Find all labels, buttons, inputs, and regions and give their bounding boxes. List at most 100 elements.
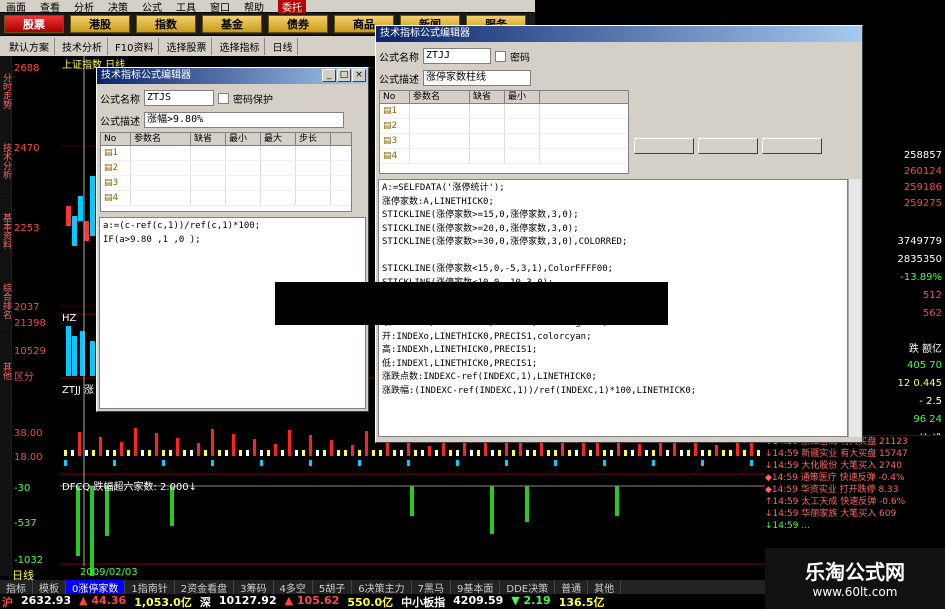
table-cell[interactable] bbox=[410, 149, 470, 163]
market-button[interactable]: 基金 bbox=[202, 15, 262, 33]
formula-editor-window-1[interactable]: 技术指标公式编辑器 _ □ × 公式名称 ZTJS 密码保护 公式描述 涨幅>9… bbox=[96, 67, 369, 412]
password-checkbox[interactable] bbox=[495, 50, 506, 62]
table-cell[interactable] bbox=[296, 146, 331, 160]
table-cell[interactable] bbox=[505, 119, 540, 133]
menu-item[interactable]: 分析 bbox=[74, 0, 94, 14]
maximize-button[interactable]: □ bbox=[337, 69, 351, 82]
table-cell[interactable] bbox=[296, 191, 331, 205]
menu-item[interactable]: 工具 bbox=[176, 0, 196, 14]
indicator-tab[interactable]: 2资金看盘 bbox=[175, 580, 235, 595]
table-cell[interactable] bbox=[226, 161, 261, 175]
window-button-3[interactable] bbox=[762, 138, 822, 154]
indicator-tab[interactable]: 3筹码 bbox=[234, 580, 274, 595]
toolbar-item[interactable]: 选择股票 bbox=[161, 37, 213, 55]
table-cell[interactable] bbox=[191, 161, 226, 175]
table-cell[interactable] bbox=[470, 104, 505, 118]
table-cell[interactable] bbox=[226, 146, 261, 160]
table-cell[interactable] bbox=[226, 191, 261, 205]
table-row[interactable]: ▤4 bbox=[380, 149, 628, 164]
table-cell[interactable] bbox=[261, 176, 296, 190]
indicator-tab[interactable]: DDE决策 bbox=[500, 580, 556, 595]
minimize-button[interactable]: _ bbox=[322, 69, 336, 82]
indicator-tab[interactable]: 9基本面 bbox=[451, 580, 501, 595]
left-tab[interactable]: 技术分析 bbox=[0, 126, 13, 196]
table-cell[interactable] bbox=[261, 191, 296, 205]
menu-item[interactable]: 窗口 bbox=[210, 0, 230, 14]
close-button[interactable]: × bbox=[352, 69, 366, 82]
market-button[interactable]: 债券 bbox=[268, 15, 328, 33]
table-cell[interactable] bbox=[261, 161, 296, 175]
formula-name-input[interactable]: ZTJJ bbox=[423, 48, 491, 64]
formula-editor-window-2[interactable]: 技术指标公式编辑器 公式名称 ZTJJ 密码 公式描述 涨停家数柱线 No 参数名… bbox=[375, 25, 863, 443]
menu-item[interactable]: 查看 bbox=[40, 0, 60, 14]
table-cell[interactable] bbox=[470, 119, 505, 133]
menu-item[interactable]: 决策 bbox=[108, 0, 128, 14]
market-button[interactable]: 指数 bbox=[136, 15, 196, 33]
indicator-tab[interactable]: 其他 bbox=[588, 580, 622, 595]
trade-row[interactable]: ↓14:59 大化股份 大笔买入 2740 bbox=[765, 460, 945, 472]
table-row[interactable]: ▤3 bbox=[101, 176, 351, 191]
trade-row[interactable]: ↓14:59 新疆实业 有大买盘 15747 bbox=[765, 448, 945, 460]
indicator-tab[interactable]: 7黑马 bbox=[412, 580, 451, 595]
left-tab[interactable]: 其他 bbox=[0, 336, 13, 406]
table-cell[interactable] bbox=[131, 191, 191, 205]
table-row[interactable]: ▤2 bbox=[101, 161, 351, 176]
left-tab[interactable]: 分时走势 bbox=[0, 56, 13, 126]
table-cell[interactable] bbox=[410, 119, 470, 133]
market-button[interactable]: 股票 bbox=[4, 15, 64, 33]
indicator-tab[interactable]: 指标 bbox=[0, 580, 33, 595]
table-cell[interactable] bbox=[191, 146, 226, 160]
trade-row[interactable]: ↓14:59 华丽家族 大笔买入 609 bbox=[765, 508, 945, 520]
left-tab[interactable]: 基本资料 bbox=[0, 196, 13, 266]
left-tab[interactable]: 综合排名 bbox=[0, 266, 13, 336]
table-cell[interactable] bbox=[226, 176, 261, 190]
table-cell[interactable] bbox=[505, 149, 540, 163]
toolbar-item[interactable]: 默认方案 bbox=[4, 37, 55, 55]
indicator-tab[interactable]: 5胡子 bbox=[313, 580, 353, 595]
table-cell[interactable] bbox=[296, 176, 331, 190]
toolbar-item[interactable]: 技术分析 bbox=[57, 37, 108, 55]
table-cell[interactable] bbox=[410, 104, 470, 118]
table-cell[interactable] bbox=[131, 146, 191, 160]
indicator-tab[interactable]: 6决策主力 bbox=[352, 580, 412, 595]
trade-row[interactable]: ↓14:59 ... bbox=[765, 520, 945, 532]
toolbar-item[interactable]: F10资料 bbox=[110, 37, 160, 55]
toolbar-item[interactable]: 选择指标 bbox=[214, 37, 266, 55]
param-table[interactable]: No 参数名 缺省 最小 最大 步长 ▤1 ▤2 ▤3 ▤4 bbox=[100, 132, 352, 212]
indicator-tab[interactable]: 0涨停家数 bbox=[66, 580, 126, 595]
table-row[interactable]: ▤1 bbox=[380, 104, 628, 119]
table-cell[interactable] bbox=[131, 161, 191, 175]
password-checkbox[interactable] bbox=[218, 92, 229, 104]
table-cell[interactable] bbox=[410, 134, 470, 148]
indicator-tab[interactable]: 普通 bbox=[555, 580, 589, 595]
table-cell[interactable] bbox=[505, 104, 540, 118]
param-table[interactable]: No 参数名 缺省 最小 ▤1 ▤2 ▤3 ▤4 bbox=[379, 90, 629, 174]
menu-item[interactable]: 公式 bbox=[142, 0, 162, 14]
table-cell[interactable] bbox=[470, 149, 505, 163]
table-cell[interactable] bbox=[505, 134, 540, 148]
table-cell[interactable] bbox=[261, 146, 296, 160]
menu-item[interactable]: 委托 bbox=[278, 0, 306, 14]
table-cell[interactable] bbox=[470, 134, 505, 148]
menu-item[interactable]: 帮助 bbox=[244, 0, 264, 14]
table-cell[interactable] bbox=[296, 161, 331, 175]
trade-row[interactable]: ◆14:59 通策医疗 快速反弹 -0.4% bbox=[765, 472, 945, 484]
indicator-tab[interactable]: 模板 bbox=[33, 580, 66, 595]
table-cell[interactable] bbox=[131, 176, 191, 190]
table-cell[interactable] bbox=[191, 176, 226, 190]
menu-item[interactable]: 画面 bbox=[6, 0, 26, 14]
formula-name-input[interactable]: ZTJS bbox=[144, 90, 214, 106]
table-row[interactable]: ▤3 bbox=[380, 134, 628, 149]
window-button-1[interactable] bbox=[634, 138, 694, 154]
table-row[interactable]: ▤1 bbox=[101, 146, 351, 161]
indicator-tab[interactable]: 1指南针 bbox=[125, 580, 175, 595]
trade-row[interactable]: ↑14:59 太工天成 快速反弹 -0.6% bbox=[765, 496, 945, 508]
trade-row[interactable]: ◆14:59 华资实业 打开跌停 8.33 bbox=[765, 484, 945, 496]
window-button-2[interactable] bbox=[698, 138, 758, 154]
table-row[interactable]: ▤4 bbox=[101, 191, 351, 206]
table-row[interactable]: ▤2 bbox=[380, 119, 628, 134]
formula-desc-input[interactable]: 涨停家数柱线 bbox=[423, 70, 531, 86]
market-button[interactable]: 港股 bbox=[70, 15, 130, 33]
toolbar-item[interactable]: 日线 bbox=[267, 37, 299, 55]
formula-desc-input[interactable]: 涨幅>9.80% bbox=[144, 112, 344, 128]
